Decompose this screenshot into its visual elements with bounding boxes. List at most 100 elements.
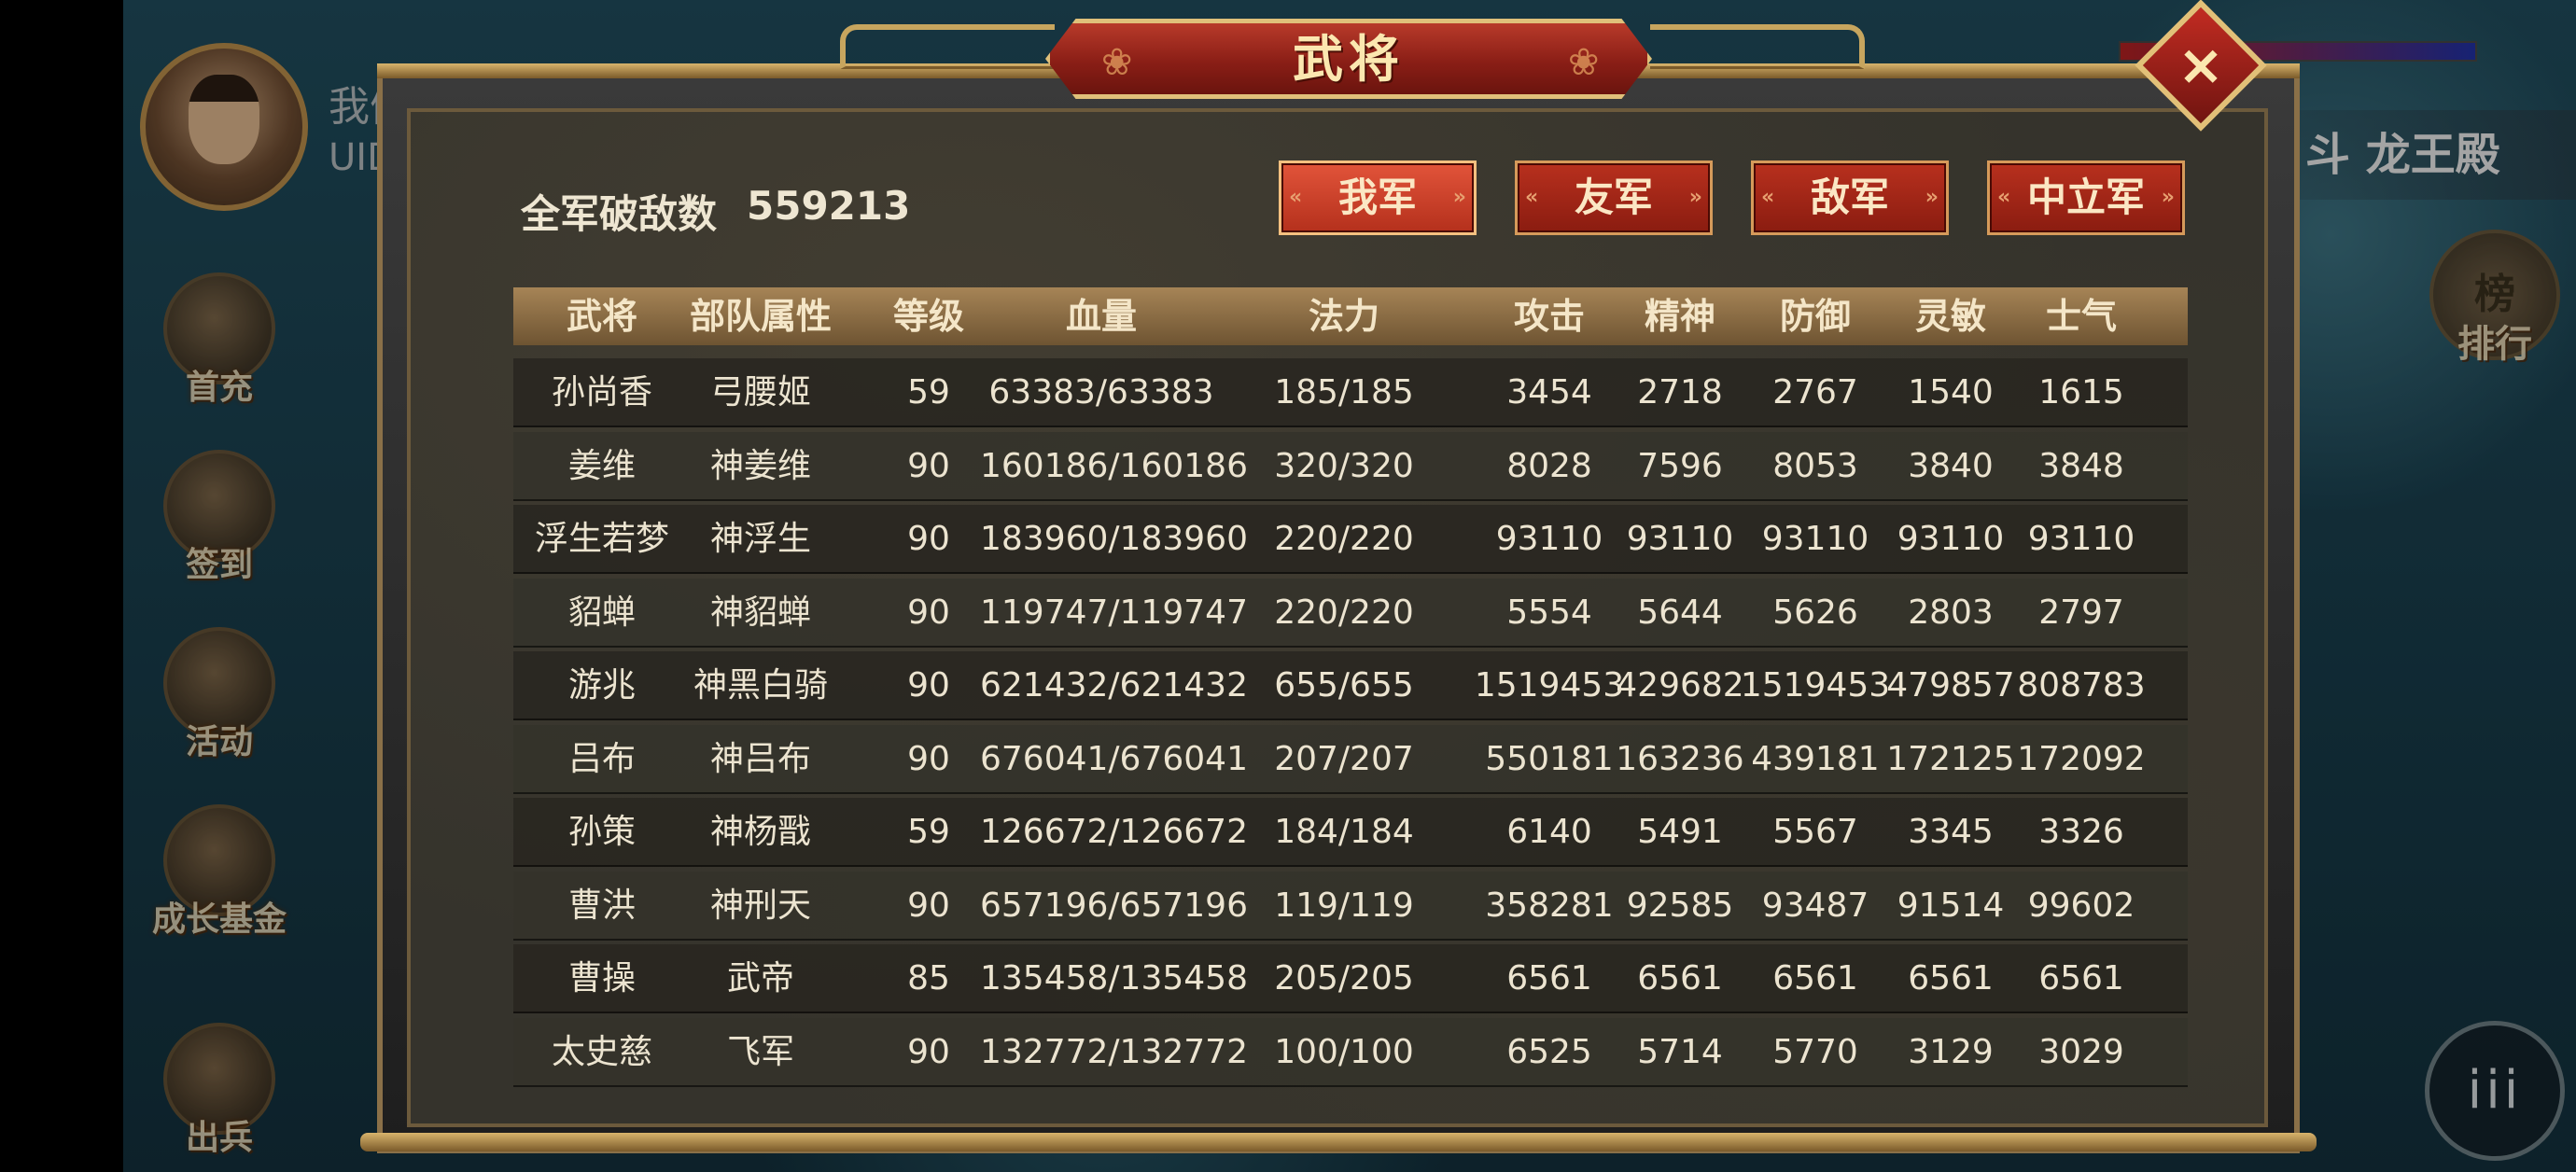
table-row[interactable]: 曹操 武帝 85 135458/135458 205/205 6561 6561 6561 65… (513, 944, 2188, 1013)
cell-general: 貂蝉 (567, 593, 636, 632)
cell-spirit: 2718 (1637, 373, 1723, 412)
cell-morale: 3029 (2038, 1033, 2124, 1071)
cell-level: 90 (907, 1033, 950, 1071)
cell-level: 90 (907, 520, 950, 558)
table-header: 武将 部队属性 等级 血量 法力 攻击 精神 防御 灵敏 士气 (513, 287, 2188, 345)
header-defense: 防御 (1779, 296, 1851, 337)
table-row[interactable]: 吕布 神吕布 90 676041/676041 207/207 550181 163236 4… (513, 725, 2188, 794)
cell-mp: 220/220 (1274, 593, 1414, 632)
cell-hp: 657196/657196 (980, 886, 1248, 925)
header-spirit: 精神 (1644, 296, 1715, 337)
cell-hp: 135458/135458 (980, 959, 1248, 998)
cell-morale: 6561 (2038, 959, 2124, 998)
cell-hp: 676041/676041 (980, 740, 1248, 778)
tab-allied-army-label: 友军 (1574, 174, 1653, 220)
cell-defense: 2767 (1772, 373, 1858, 412)
header-attack: 攻击 (1513, 296, 1585, 337)
cell-agility: 91514 (1897, 886, 2005, 925)
close-icon: × (2177, 33, 2225, 98)
cell-agility: 3840 (1908, 447, 1994, 485)
cell-general: 太史慈 (551, 1033, 652, 1071)
cell-hp: 621432/621432 (980, 666, 1248, 705)
table-row[interactable]: 姜维 神姜维 90 160186/160186 320/320 8028 7596 8053 3… (513, 432, 2188, 501)
cell-morale: 93110 (2027, 520, 2135, 558)
cell-spirit: 163236 (1616, 740, 1744, 778)
cell-hp: 183960/183960 (980, 520, 1248, 558)
cell-defense: 6561 (1772, 959, 1858, 998)
cell-troop-type: 神貂蝉 (709, 593, 811, 632)
dialog-title: 武将 (1293, 29, 1405, 89)
table-row[interactable]: 貂蝉 神貂蝉 90 119747/119747 220/220 5554 5644 5626 2… (513, 579, 2188, 648)
cell-spirit: 5644 (1637, 593, 1723, 632)
cell-mp: 205/205 (1274, 959, 1414, 998)
table-row[interactable]: 太史慈 飞军 90 132772/132772 100/100 6525 5714 5770 3… (513, 1018, 2188, 1087)
tab-ornament-left: « (1997, 186, 2011, 209)
cell-defense: 93110 (1761, 520, 1869, 558)
dialog-frame-bottom (360, 1133, 2317, 1151)
cell-troop-type: 飞军 (726, 1033, 794, 1071)
cell-spirit: 6561 (1637, 959, 1723, 998)
cell-general: 吕布 (567, 740, 636, 778)
cell-morale: 2797 (2038, 593, 2124, 632)
cell-mp: 207/207 (1274, 740, 1414, 778)
cell-troop-type: 神黑白骑 (693, 666, 828, 705)
total-kills-value: 559213 (747, 183, 911, 229)
cell-mp: 655/655 (1274, 666, 1414, 705)
cell-troop-type: 武帝 (726, 959, 794, 998)
cell-morale: 172092 (2017, 740, 2146, 778)
cell-troop-type: 神杨戬 (709, 813, 811, 851)
cell-hp: 63383/63383 (988, 373, 1214, 412)
cell-agility: 93110 (1897, 520, 2005, 558)
cell-agility: 2803 (1908, 593, 1994, 632)
header-general: 武将 (566, 296, 637, 337)
tab-enemy-army[interactable]: « 敌军 » (1751, 160, 1949, 235)
cell-agility: 6561 (1908, 959, 1994, 998)
header-mp: 法力 (1308, 296, 1379, 337)
table-row[interactable]: 孙尚香 弓腰姬 59 63383/63383 185/185 3454 2718 2767 15… (513, 358, 2188, 427)
cell-spirit: 429682 (1616, 666, 1744, 705)
frame-scroll-ornament-right (1650, 24, 1865, 69)
tab-our-army[interactable]: « 我军 » (1279, 160, 1477, 235)
cell-defense: 8053 (1772, 447, 1858, 485)
cell-agility: 1540 (1908, 373, 1994, 412)
table-row[interactable]: 孙策 神杨戬 59 126672/126672 184/184 6140 5491 5567 3… (513, 798, 2188, 867)
cell-level: 85 (907, 959, 950, 998)
cell-mp: 100/100 (1274, 1033, 1414, 1071)
cell-defense: 1519453 (1740, 666, 1891, 705)
tab-neutral-army[interactable]: « 中立军 » (1987, 160, 2185, 235)
cell-defense: 93487 (1761, 886, 1869, 925)
tab-allied-army[interactable]: « 友军 » (1515, 160, 1713, 235)
cell-troop-type: 神吕布 (709, 740, 811, 778)
tab-ornament-right: » (1688, 186, 1702, 209)
header-troop-type: 部队属性 (689, 296, 832, 337)
cell-defense: 5770 (1772, 1033, 1858, 1071)
cell-troop-type: 弓腰姬 (709, 373, 811, 412)
cell-hp: 126672/126672 (980, 813, 1248, 851)
cell-agility: 172125 (1886, 740, 2015, 778)
cell-mp: 184/184 (1274, 813, 1414, 851)
cell-general: 浮生若梦 (534, 520, 669, 558)
cell-hp: 160186/160186 (980, 447, 1248, 485)
table-row[interactable]: 曹洪 神刑天 90 657196/657196 119/119 358281 92585 93… (513, 872, 2188, 941)
cell-general: 游兆 (567, 666, 636, 705)
table-row[interactable]: 浮生若梦 神浮生 90 183960/183960 220/220 93110 93110 9… (513, 505, 2188, 574)
cell-defense: 439181 (1751, 740, 1880, 778)
header-agility: 灵敏 (1914, 296, 1986, 337)
frame-scroll-ornament-left (840, 24, 1055, 69)
cell-agility: 3345 (1908, 813, 1994, 851)
cell-defense: 5626 (1772, 593, 1858, 632)
cell-level: 90 (907, 886, 950, 925)
header-hp: 血量 (1065, 296, 1137, 337)
tab-ornament-right: » (1452, 186, 1466, 209)
table-row[interactable]: 游兆 神黑白骑 90 621432/621432 655/655 1519453 42968… (513, 651, 2188, 720)
cell-morale: 808783 (2017, 666, 2146, 705)
tab-ornament-left: « (1761, 186, 1775, 209)
cell-spirit: 93110 (1626, 520, 1734, 558)
cell-general: 曹操 (567, 959, 636, 998)
tab-enemy-army-label: 敌军 (1810, 174, 1889, 220)
cell-spirit: 5491 (1637, 813, 1723, 851)
cell-level: 90 (907, 593, 950, 632)
cell-spirit: 7596 (1637, 447, 1723, 485)
cell-morale: 3848 (2038, 447, 2124, 485)
cell-morale: 1615 (2038, 373, 2124, 412)
